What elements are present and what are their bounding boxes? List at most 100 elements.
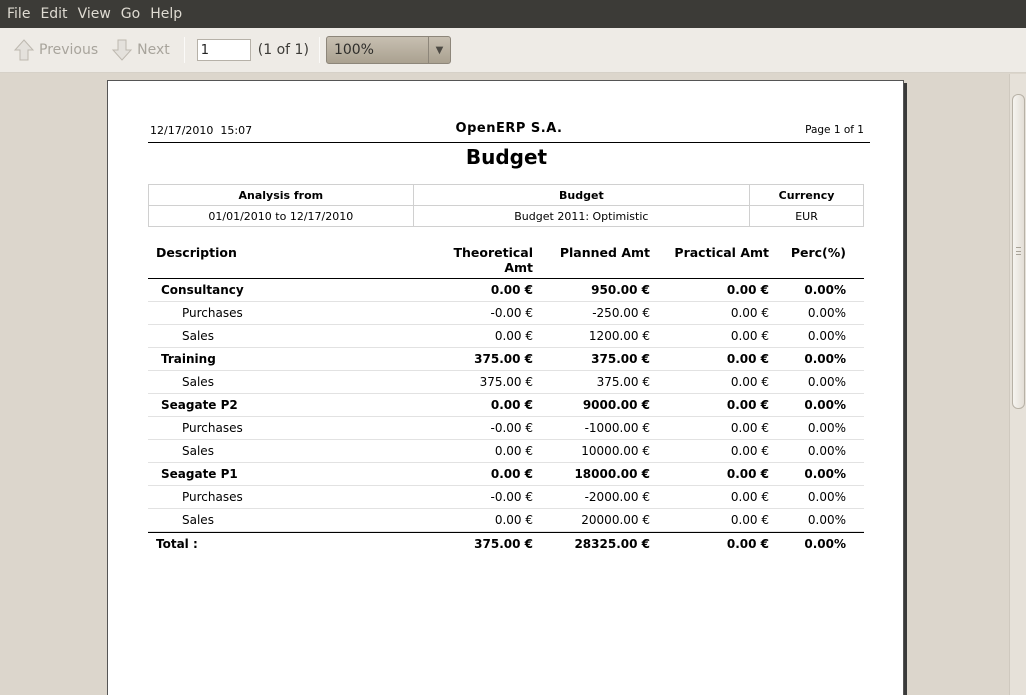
row-perc: 0.00% xyxy=(807,490,846,504)
row-theoretical: -0.00 € xyxy=(490,421,534,435)
row-description: Training xyxy=(161,352,216,366)
analysis-info-table: Analysis from Budget Currency 01/01/2010… xyxy=(148,184,864,227)
row-practical: 0.00 € xyxy=(730,375,769,389)
row-description: Sales xyxy=(182,444,214,458)
table-row: Purchases -0.00 € -2000.00 € 0.00 € 0.00% xyxy=(148,486,864,509)
column-practical: Practical Amt xyxy=(674,245,769,260)
row-planned: 9000.00 € xyxy=(582,398,650,412)
row-practical: 0.00 € xyxy=(726,352,769,366)
row-perc: 0.00% xyxy=(804,467,846,481)
row-description: Seagate P2 xyxy=(161,398,238,412)
row-perc: 0.00% xyxy=(807,513,846,527)
row-theoretical: -0.00 € xyxy=(490,306,534,320)
column-theoretical: Theoretical Amt xyxy=(453,245,533,275)
total-theoretical: 375.00 € xyxy=(474,537,533,551)
row-planned: 20000.00 € xyxy=(581,513,650,527)
table-row: Sales 375.00 € 375.00 € 0.00 € 0.00% xyxy=(148,371,864,394)
toolbar: Previous Next (1 of 1) 100% ▼ xyxy=(0,28,1026,73)
row-theoretical: 0.00 € xyxy=(494,444,533,458)
row-description: Sales xyxy=(182,375,214,389)
info-header-currency: Currency xyxy=(749,184,864,206)
menu-view[interactable]: View xyxy=(73,0,116,28)
row-practical: 0.00 € xyxy=(730,444,769,458)
info-header-budget: Budget xyxy=(412,184,751,206)
row-theoretical: -0.00 € xyxy=(490,490,534,504)
menu-bar: File Edit View Go Help xyxy=(0,0,1026,28)
row-planned: -250.00 € xyxy=(592,306,650,320)
row-theoretical: 0.00 € xyxy=(490,467,533,481)
document-page: 12/17/2010 15:07 OpenERP S.A. Page 1 of … xyxy=(107,80,904,695)
column-planned: Planned Amt xyxy=(559,245,650,260)
row-practical: 0.00 € xyxy=(730,513,769,527)
row-perc: 0.00% xyxy=(807,375,846,389)
zoom-select[interactable]: 100% ▼ xyxy=(325,36,451,64)
table-header-row: Description Theoretical Amt Planned Amt … xyxy=(148,235,864,279)
row-description: Purchases xyxy=(182,306,243,320)
row-theoretical: 0.00 € xyxy=(490,398,533,412)
total-row: Total : 375.00 € 28325.00 € 0.00 € 0.00% xyxy=(148,532,864,555)
previous-button[interactable]: Previous xyxy=(13,34,98,66)
row-practical: 0.00 € xyxy=(730,306,769,320)
menu-file[interactable]: File xyxy=(2,0,35,28)
row-perc: 0.00% xyxy=(807,306,846,320)
document-viewer[interactable]: 12/17/2010 15:07 OpenERP S.A. Page 1 of … xyxy=(0,74,1009,695)
scrollbar-thumb[interactable] xyxy=(1012,94,1025,409)
row-planned: 10000.00 € xyxy=(581,444,650,458)
row-perc: 0.00% xyxy=(804,398,846,412)
row-perc: 0.00% xyxy=(807,421,846,435)
total-perc: 0.00% xyxy=(804,537,846,551)
row-practical: 0.00 € xyxy=(730,421,769,435)
row-practical: 0.00 € xyxy=(730,490,769,504)
row-planned: 375.00 € xyxy=(596,375,650,389)
row-description: Sales xyxy=(182,329,214,343)
row-theoretical: 375.00 € xyxy=(474,352,533,366)
report-title: Budget xyxy=(465,145,548,169)
row-theoretical: 0.00 € xyxy=(494,513,533,527)
table-row: Sales 0.00 € 1200.00 € 0.00 € 0.00% xyxy=(148,325,864,348)
menu-go[interactable]: Go xyxy=(116,0,145,28)
row-planned: 18000.00 € xyxy=(574,467,650,481)
row-planned: -1000.00 € xyxy=(584,421,650,435)
row-theoretical: 0.00 € xyxy=(490,283,533,297)
vertical-scrollbar[interactable] xyxy=(1009,74,1026,695)
column-description: Description xyxy=(156,245,237,260)
row-practical: 0.00 € xyxy=(726,467,769,481)
row-planned: 1200.00 € xyxy=(588,329,650,343)
row-perc: 0.00% xyxy=(807,444,846,458)
grip-icon xyxy=(1016,247,1021,255)
row-practical: 0.00 € xyxy=(730,329,769,343)
total-practical: 0.00 € xyxy=(726,537,769,551)
page-number-input[interactable] xyxy=(196,39,251,61)
toolbar-separator xyxy=(183,37,185,63)
row-description: Seagate P1 xyxy=(161,467,238,481)
row-perc: 0.00% xyxy=(804,283,846,297)
info-value-budget: Budget 2011: Optimistic xyxy=(412,205,751,227)
previous-label: Previous xyxy=(39,42,99,58)
row-practical: 0.00 € xyxy=(726,398,769,412)
row-description: Purchases xyxy=(182,421,243,435)
row-planned: -2000.00 € xyxy=(584,490,650,504)
chevron-down-icon: ▼ xyxy=(427,37,450,63)
arrow-up-icon xyxy=(13,39,35,61)
toolbar-separator xyxy=(318,37,320,63)
arrow-down-icon xyxy=(112,39,133,61)
row-description: Sales xyxy=(182,513,214,527)
next-label: Next xyxy=(137,42,170,58)
total-label: Total : xyxy=(156,537,198,551)
menu-edit[interactable]: Edit xyxy=(35,0,72,28)
budget-table: Description Theoretical Amt Planned Amt … xyxy=(148,235,864,555)
table-row: Sales 0.00 € 10000.00 € 0.00 € 0.00% xyxy=(148,440,864,463)
row-planned: 375.00 € xyxy=(591,352,650,366)
menu-help[interactable]: Help xyxy=(145,0,187,28)
info-header-analysis: Analysis from xyxy=(148,184,414,206)
page-indicator: Page 1 of 1 xyxy=(805,124,864,136)
next-button[interactable]: Next xyxy=(111,34,170,66)
row-planned: 950.00 € xyxy=(591,283,650,297)
page-count: (1 of 1) xyxy=(257,42,309,58)
table-row: Purchases -0.00 € -1000.00 € 0.00 € 0.00% xyxy=(148,417,864,440)
table-group-row: Seagate P1 0.00 € 18000.00 € 0.00 € 0.00% xyxy=(148,463,864,486)
table-group-row: Seagate P2 0.00 € 9000.00 € 0.00 € 0.00% xyxy=(148,394,864,417)
total-planned: 28325.00 € xyxy=(574,537,650,551)
column-perc: Perc(%) xyxy=(790,245,846,260)
table-group-row: Consultancy 0.00 € 950.00 € 0.00 € 0.00% xyxy=(148,279,864,302)
